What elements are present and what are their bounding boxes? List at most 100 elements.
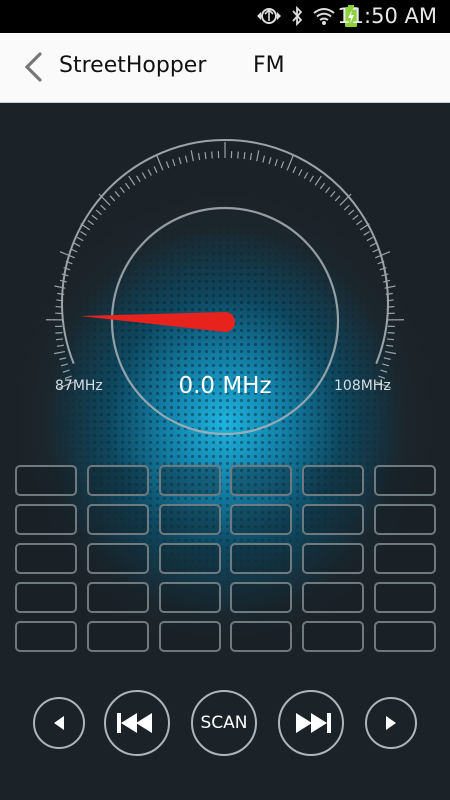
preset-slot[interactable] [158,504,221,535]
next-button[interactable] [365,697,417,749]
dial-tick [136,175,141,183]
dial-tick [363,231,370,236]
preset-slot[interactable] [373,465,436,496]
preset-slot[interactable] [15,504,77,535]
dial-tick [141,172,147,179]
preset-slot[interactable] [302,543,365,574]
dial-tick [128,175,136,186]
dial-tick [325,186,331,194]
dial-tick [352,214,359,221]
dial-tick [319,182,326,190]
dial-tick [280,161,285,169]
dial-tick [87,220,94,226]
dial-tick [178,157,182,165]
dial-tick [156,155,164,171]
dial-tick [348,209,355,216]
dial-tick [343,204,350,211]
dial-tick [386,344,394,347]
dial-tick [100,204,107,211]
dial-tick [383,357,391,360]
preset-slot[interactable] [158,621,221,652]
dial-tick [114,190,120,198]
dial-tick [303,172,309,179]
preset-slot[interactable] [302,582,365,613]
dial-tick [369,242,377,247]
dial-tick [147,169,152,176]
app-title: StreetHopper [59,53,207,78]
preset-slot[interactable] [158,465,221,496]
dial-tick [286,155,294,171]
triangle-right-icon [382,714,400,732]
preset-slot[interactable] [15,582,77,613]
dial-tick [95,209,102,216]
skip-back-icon [117,712,157,734]
preset-slot[interactable] [158,543,221,574]
radio-panel: 87MHz 108MHz 0.0 MHz SCAN [0,103,450,800]
preset-slot[interactable] [373,543,436,574]
preset-slot[interactable] [302,465,365,496]
preset-slot[interactable] [158,582,221,613]
dial-tick [172,159,176,167]
preset-slot[interactable] [230,465,293,496]
dial-tick [91,214,98,221]
dial-tick [330,190,336,198]
status-bar: 11:50 AM [0,0,450,33]
dial-tick [274,159,278,167]
chevron-left-icon [18,52,48,88]
dial-tick [62,369,70,373]
seek-forward-button[interactable] [278,690,344,756]
preset-slot[interactable] [230,543,293,574]
preset-slot[interactable] [86,504,149,535]
triangle-left-icon [50,714,68,732]
dial-tick [197,152,201,161]
dial-tick [55,338,64,341]
dial-tick [262,155,266,163]
preset-slot[interactable] [86,543,149,574]
dial-tick [292,166,297,174]
preset-slot[interactable] [15,621,77,652]
seek-back-button[interactable] [104,690,170,756]
preset-slot[interactable] [373,504,436,535]
bluetooth-icon [290,6,304,26]
preset-slot[interactable] [15,543,77,574]
dial-tick [380,369,388,373]
clock: 11:50 AM [337,4,437,28]
dial-tick [80,231,87,236]
dial-tick [76,236,84,242]
dial-tick [298,169,303,176]
dial-tick [109,195,116,202]
dial-tick [382,363,390,367]
dial-tick [334,195,341,202]
dial-tick [314,175,322,186]
prev-button[interactable] [33,697,85,749]
preset-slot[interactable] [86,621,149,652]
dial-tick [249,152,253,161]
preset-slot[interactable] [373,621,436,652]
preset-slot[interactable] [302,621,365,652]
dial-tick [339,193,352,206]
preset-slot[interactable] [373,582,436,613]
dial-tick [184,155,188,163]
preset-slot[interactable] [86,465,149,496]
preset-slot[interactable] [230,621,293,652]
band-label: FM [253,53,285,78]
preset-slot[interactable] [15,465,77,496]
preset-slot[interactable] [302,504,365,535]
dial-tick [190,150,194,162]
dial-tick [98,193,111,206]
preset-slot[interactable] [230,504,293,535]
back-button[interactable] [18,50,48,84]
dial-tick [153,166,158,174]
frequency-display: 0.0 MHz [178,373,272,399]
skip-forward-icon [291,712,331,734]
preset-grid [15,465,436,652]
scan-button[interactable]: SCAN [191,690,257,756]
dial-tick [237,151,239,159]
preset-slot[interactable] [230,582,293,613]
preset-slot[interactable] [86,582,149,613]
dial-tick [268,157,272,165]
dial-tick [60,363,68,367]
dial-tick [204,152,207,160]
dial-tick [59,357,67,360]
dial-tick [56,344,64,347]
